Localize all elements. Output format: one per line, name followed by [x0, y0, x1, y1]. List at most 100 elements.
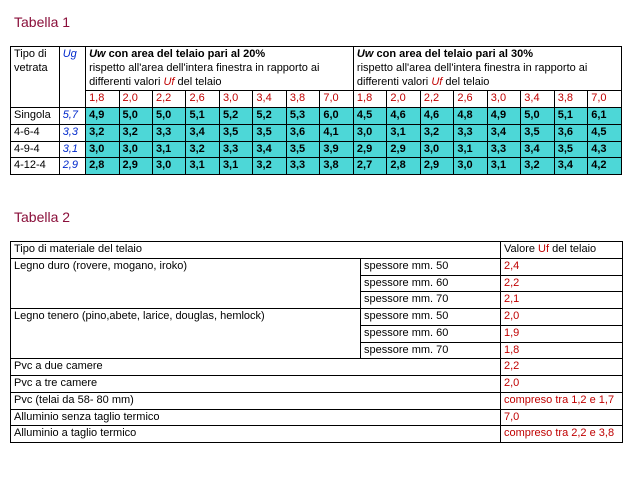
t1-uf30-col: 2,6	[454, 91, 487, 108]
t1-uf20-col: 3,8	[286, 91, 319, 108]
t1-val20-cell: 5,1	[186, 108, 219, 125]
t2-mat-cell: Legno tenero (pino,abete, larice, dougla…	[11, 309, 361, 359]
t1-val20-cell: 3,3	[153, 124, 186, 141]
t1-val30-cell: 3,0	[454, 158, 487, 175]
t2-val-cell: 2,0	[501, 309, 623, 326]
t1-val30-cell: 4,8	[454, 108, 487, 125]
t2-sp-cell: spessore mm. 60	[361, 325, 501, 342]
t1-ug-cell: 2,9	[59, 158, 85, 175]
t1-val20-cell: 5,2	[253, 108, 286, 125]
t1-ug-cell: 5,7	[59, 108, 85, 125]
t2-mat-cell: Alluminio senza taglio termico	[11, 409, 501, 426]
t1-val30-cell: 3,4	[554, 158, 587, 175]
t1-val30-cell: 3,5	[554, 141, 587, 158]
t1-val20-cell: 3,5	[219, 124, 252, 141]
t1-val30-cell: 3,3	[454, 124, 487, 141]
t2-sp-cell: spessore mm. 70	[361, 342, 501, 359]
t1-val20-cell: 3,5	[286, 141, 319, 158]
t1-val30-cell: 2,9	[353, 141, 386, 158]
t2-sp-cell: spessore mm. 50	[361, 309, 501, 326]
t1-val20-cell: 5,3	[286, 108, 319, 125]
t1-type-cell: 4-6-4	[11, 124, 60, 141]
table2: Tipo di materiale del telaioValore Uf de…	[10, 241, 623, 443]
t1-val20-cell: 3,6	[286, 124, 319, 141]
t1-val20-cell: 3,9	[320, 141, 354, 158]
t1-val30-cell: 3,4	[521, 141, 554, 158]
t1-val20-cell: 6,0	[320, 108, 354, 125]
t1-val30-cell: 5,0	[521, 108, 554, 125]
t2-val-cell: 1,9	[501, 325, 623, 342]
t1-val30-cell: 3,1	[387, 124, 420, 141]
t1-val30-cell: 4,5	[588, 124, 622, 141]
t1-val30-cell: 3,1	[487, 158, 520, 175]
t1-val30-cell: 5,1	[554, 108, 587, 125]
t1-uf30-col: 3,0	[487, 91, 520, 108]
t2-mat-cell: Alluminio a taglio termico	[11, 426, 501, 443]
t1-val30-cell: 3,3	[487, 141, 520, 158]
t1-val30-cell: 4,5	[353, 108, 386, 125]
t1-uf30-col: 3,4	[521, 91, 554, 108]
t2-sp-cell: spessore mm. 50	[361, 258, 501, 275]
t1-val20-cell: 3,1	[186, 158, 219, 175]
t2-h-val: Valore Uf del telaio	[501, 242, 623, 259]
t1-uf30-col: 2,2	[420, 91, 453, 108]
t1-uf30-col: 7,0	[588, 91, 622, 108]
t1-val20-cell: 3,2	[86, 124, 119, 141]
t1-uf20-col: 3,0	[219, 91, 252, 108]
t1-val20-cell: 3,0	[119, 141, 152, 158]
t1-val20-cell: 3,0	[86, 141, 119, 158]
t1-uf30-col: 3,8	[554, 91, 587, 108]
t1-val20-cell: 3,3	[286, 158, 319, 175]
table1-caption: Tabella 1	[14, 14, 622, 30]
t1-val30-cell: 6,1	[588, 108, 622, 125]
t1-val30-cell: 3,1	[454, 141, 487, 158]
t2-val-cell: 2,0	[501, 376, 623, 393]
t2-val-cell: compreso tra 2,2 e 3,8	[501, 426, 623, 443]
t1-uf30-col: 2,0	[387, 91, 420, 108]
t1-type-cell: Singola	[11, 108, 60, 125]
t2-val-cell: 2,1	[501, 292, 623, 309]
t1-val30-cell: 2,7	[353, 158, 386, 175]
t1-h-ug: Ug	[59, 47, 85, 108]
t1-val30-cell: 3,4	[487, 124, 520, 141]
t1-val30-cell: 4,6	[420, 108, 453, 125]
t2-val-cell: 2,4	[501, 258, 623, 275]
t1-val30-cell: 2,9	[420, 158, 453, 175]
t2-val-cell: 2,2	[501, 275, 623, 292]
t1-val20-cell: 3,8	[320, 158, 354, 175]
t1-val20-cell: 2,9	[119, 158, 152, 175]
t2-mat-cell: Legno duro (rovere, mogano, iroko)	[11, 258, 361, 308]
t1-val20-cell: 3,2	[253, 158, 286, 175]
t2-mat-cell: Pvc a due camere	[11, 359, 501, 376]
t1-val30-cell: 4,6	[387, 108, 420, 125]
t1-type-cell: 4-12-4	[11, 158, 60, 175]
t1-val30-cell: 3,5	[521, 124, 554, 141]
t1-val20-cell: 3,0	[153, 158, 186, 175]
t1-val20-cell: 3,2	[186, 141, 219, 158]
t1-val20-cell: 2,8	[86, 158, 119, 175]
t1-uf20-col: 7,0	[320, 91, 354, 108]
t1-val20-cell: 3,5	[253, 124, 286, 141]
t1-val30-cell: 4,3	[588, 141, 622, 158]
table1: Tipo di vetrataUgUw con area del telaio …	[10, 46, 622, 175]
t1-val30-cell: 4,2	[588, 158, 622, 175]
t1-uf20-col: 2,0	[119, 91, 152, 108]
t1-val30-cell: 4,9	[487, 108, 520, 125]
t2-val-cell: 1,8	[501, 342, 623, 359]
t1-val20-cell: 3,4	[253, 141, 286, 158]
t2-sp-cell: spessore mm. 70	[361, 292, 501, 309]
t1-val20-cell: 3,1	[153, 141, 186, 158]
t2-mat-cell: Pvc a tre camere	[11, 376, 501, 393]
t1-uf20-col: 1,8	[86, 91, 119, 108]
t1-type-cell: 4-9-4	[11, 141, 60, 158]
t1-ug-cell: 3,3	[59, 124, 85, 141]
t1-uf20-col: 3,4	[253, 91, 286, 108]
t1-val30-cell: 2,9	[387, 141, 420, 158]
t1-val20-cell: 3,3	[219, 141, 252, 158]
t1-val30-cell: 3,0	[353, 124, 386, 141]
t1-val20-cell: 3,4	[186, 124, 219, 141]
t2-val-cell: 7,0	[501, 409, 623, 426]
t1-uf20-col: 2,2	[153, 91, 186, 108]
t1-val30-cell: 3,6	[554, 124, 587, 141]
t1-ug-cell: 3,1	[59, 141, 85, 158]
